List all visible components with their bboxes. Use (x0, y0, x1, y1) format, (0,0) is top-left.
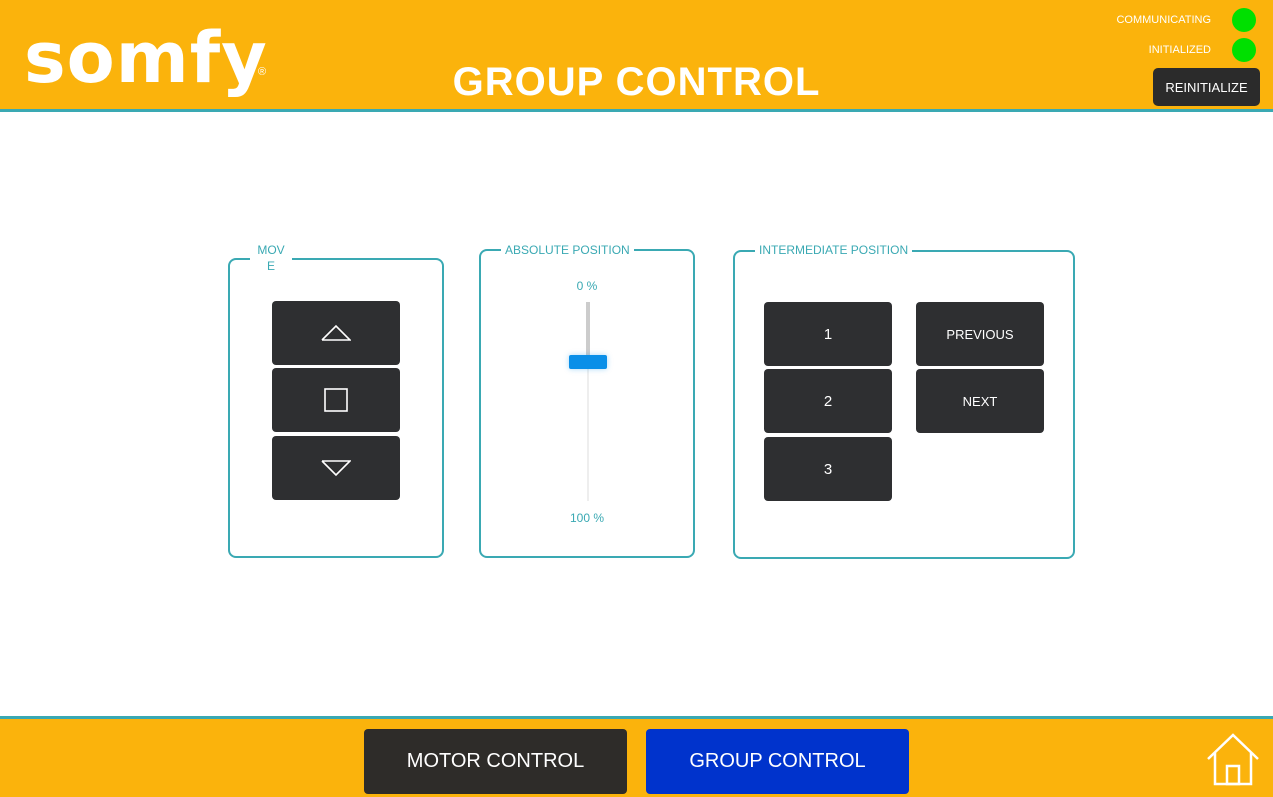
status-communicating-label: COMMUNICATING (1116, 14, 1211, 26)
home-icon[interactable] (1206, 732, 1260, 786)
chevron-up-icon (321, 324, 351, 341)
position-1-button[interactable]: 1 (764, 302, 892, 366)
position-3-button[interactable]: 3 (764, 437, 892, 501)
move-legend-line1: MOV (257, 243, 285, 257)
footer-nav-bar: MOTOR CONTROL GROUP CONTROL (0, 716, 1273, 797)
slider-track[interactable] (587, 363, 589, 501)
status-communicating-indicator (1232, 8, 1256, 32)
move-up-button[interactable] (272, 301, 400, 365)
slider-max-label: 100 % (569, 511, 605, 525)
move-down-button[interactable] (272, 436, 400, 500)
move-stop-button[interactable] (272, 368, 400, 432)
reinitialize-button[interactable]: REINITIALIZE (1153, 68, 1260, 106)
absolute-position-panel: ABSOLUTE POSITION 0 % 100 % (479, 242, 695, 558)
header-bar: somfy ® GROUP CONTROL COMMUNICATING INIT… (0, 0, 1273, 112)
status-initialized-label: INITIALIZED (1148, 44, 1211, 56)
absolute-position-legend: ABSOLUTE POSITION (501, 242, 634, 258)
motor-control-tab[interactable]: MOTOR CONTROL (364, 729, 627, 794)
move-panel-legend: MOV E (250, 242, 292, 274)
slider-thumb[interactable] (569, 354, 607, 369)
move-legend-line2: E (266, 259, 275, 273)
stop-square-icon (324, 388, 348, 412)
slider-min-label: 0 % (576, 279, 598, 293)
move-panel: MOV E (228, 242, 444, 558)
chevron-down-icon (321, 460, 351, 477)
position-2-button[interactable]: 2 (764, 369, 892, 433)
slider-track-filled[interactable] (586, 302, 590, 363)
intermediate-position-panel: INTERMEDIATE POSITION 1 2 3 PREVIOUS NEX… (733, 242, 1075, 559)
page-title: GROUP CONTROL (452, 60, 821, 104)
status-initialized-indicator (1232, 38, 1256, 62)
intermediate-position-legend: INTERMEDIATE POSITION (755, 242, 913, 258)
group-control-tab[interactable]: GROUP CONTROL (646, 729, 909, 794)
previous-button[interactable]: PREVIOUS (916, 302, 1044, 366)
next-button[interactable]: NEXT (916, 369, 1044, 433)
